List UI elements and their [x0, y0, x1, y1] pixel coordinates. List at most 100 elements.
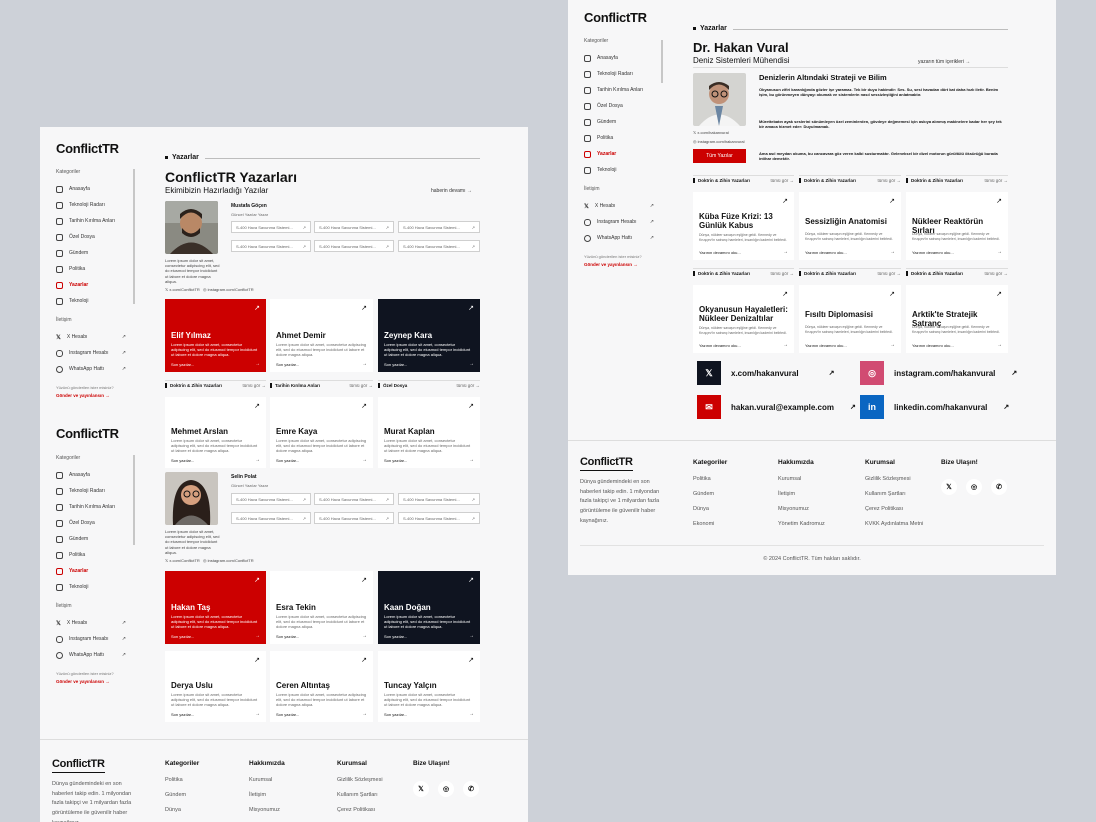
- footer-link[interactable]: Kullanım Şartları: [337, 792, 383, 798]
- brand-logo[interactable]: ConflictTR: [56, 426, 119, 441]
- author-tile[interactable]: ↗ Hakan Taş Lorem ipsum dolor sit amet, co…: [165, 571, 266, 644]
- footer-link[interactable]: Kurumsal: [778, 476, 825, 482]
- sidebar-x-link[interactable]: 𝕏X Hesabı ↗: [584, 198, 654, 214]
- contact-email[interactable]: ✉ hakan.vural@example.com ↗: [697, 395, 856, 419]
- contact-instagram[interactable]: ◎ instagram.com/hakanvural ↗: [860, 361, 1017, 385]
- author-tile[interactable]: ↗ Emre Kaya Lorem ipsum dolor sit amet, co…: [270, 397, 373, 468]
- author-tile[interactable]: ↗ Murat Kaplan Lorem ipsum dolor sit amet,…: [378, 397, 480, 468]
- article-card[interactable]: ↗ Küba Füze Krizi: 13 Günlük Kabus Dünya, …: [693, 192, 794, 260]
- view-all-link[interactable]: tümü gör →: [984, 178, 1008, 183]
- sidebar-item-special[interactable]: Özel Dosya: [584, 98, 654, 114]
- article-chip[interactable]: S-400 Hava Savunma Sistemi... ↗: [398, 240, 480, 252]
- author-tile[interactable]: ↗ Esra Tekin Lorem ipsum dolor sit amet, c…: [270, 571, 373, 644]
- instagram-icon[interactable]: ◎: [966, 479, 982, 495]
- footer-link[interactable]: Gündem: [693, 491, 727, 497]
- article-card[interactable]: ↗ Sessizliğin Anatomisi Dünya, nükleer sav…: [799, 192, 901, 260]
- sidebar-item-home[interactable]: Anasayfa: [56, 467, 126, 483]
- view-all-link[interactable]: tümü gör →: [770, 178, 794, 183]
- sidebar-scrollbar[interactable]: [661, 40, 663, 83]
- article-card[interactable]: ↗ Nükleer Reaktörün Sırları Dünya, nükleer…: [906, 192, 1008, 260]
- whatsapp-icon[interactable]: ✆: [991, 479, 1007, 495]
- article-card[interactable]: ↗ Arktik'te Stratejik Satranç Dünya, nükle…: [906, 285, 1008, 353]
- author-x[interactable]: 𝕏 x.com/ConflictTR: [165, 558, 200, 563]
- sidebar-item-authors[interactable]: Yazarlar: [56, 277, 126, 293]
- sidebar-send-link[interactable]: Gönder ve yayınlansın →: [56, 679, 126, 684]
- sidebar-scrollbar[interactable]: [133, 455, 135, 545]
- footer-link[interactable]: Misyonumuz: [249, 807, 285, 813]
- sidebar-item-history[interactable]: Tarihin Kırılma Anları: [56, 499, 126, 515]
- brand-logo[interactable]: ConflictTR: [584, 10, 647, 25]
- sidebar-item-tech-radar[interactable]: Teknoloji Radarı: [56, 197, 126, 213]
- author-name[interactable]: Mustafa Göçen: [231, 203, 267, 209]
- article-chip[interactable]: S-400 Hava Savunma Sistemi... ↗: [398, 493, 480, 505]
- footer-link[interactable]: Politika: [165, 777, 199, 783]
- author-tile[interactable]: ↗ Ceren Altıntaş Lorem ipsum dolor sit ame…: [270, 651, 373, 722]
- sidebar-item-agenda[interactable]: Gündem: [56, 245, 126, 261]
- x-icon[interactable]: 𝕏: [941, 479, 957, 495]
- sidebar-item-tech-radar[interactable]: Teknoloji Radarı: [56, 483, 126, 499]
- sidebar-instagram-link[interactable]: Instagram Hesabı ↗: [56, 345, 126, 361]
- contact-linkedin[interactable]: in linkedin.com/hakanvural ↗: [860, 395, 1009, 419]
- view-all-link[interactable]: tümü gör →: [242, 383, 266, 388]
- view-all-link[interactable]: tümü gör →: [349, 383, 373, 388]
- article-chip[interactable]: S-400 Hava Savunma Sistemi... ↗: [231, 512, 311, 524]
- article-chip[interactable]: S-400 Hava Savunma Sistemi... ↗: [314, 512, 394, 524]
- sidebar-item-tech-radar[interactable]: Teknoloji Radarı: [584, 66, 654, 82]
- footer-link[interactable]: Yönetim Kadromuz: [778, 521, 825, 527]
- footer-link[interactable]: Politika: [693, 476, 727, 482]
- sidebar-item-politics[interactable]: Politika: [56, 547, 126, 563]
- article-chip[interactable]: S-400 Hava Savunma Sistemi... ↗: [398, 512, 480, 524]
- author-instagram[interactable]: ◎ instagram.com/ConflictTR: [203, 287, 254, 292]
- author-tile[interactable]: ↗ Ahmet Demir Lorem ipsum dolor sit amet, …: [270, 299, 373, 372]
- footer-link[interactable]: Kullanım Şartları: [865, 491, 923, 497]
- sidebar-item-special[interactable]: Özel Dosya: [56, 229, 126, 245]
- sidebar-item-history[interactable]: Tarihin Kırılma Anları: [56, 213, 126, 229]
- sidebar-item-home[interactable]: Anasayfa: [56, 181, 126, 197]
- author-tile[interactable]: ↗ Zeynep Kara Lorem ipsum dolor sit amet, …: [378, 299, 480, 372]
- all-posts-button[interactable]: Tüm Yazılar: [693, 149, 746, 163]
- all-content-link[interactable]: yazarın tüm içerikleri →: [918, 59, 970, 65]
- article-card[interactable]: ↗ Fısıltı Diplomasisi Dünya, nükleer savaş…: [799, 285, 901, 353]
- footer-link[interactable]: Gizlilik Sözleşmesi: [865, 476, 923, 482]
- article-card[interactable]: ↗ Okyanusun Hayaletleri: Nükleer Denizalt…: [693, 285, 794, 353]
- contact-x[interactable]: 𝕏x.com/hakanvural ↗: [697, 361, 834, 385]
- x-icon[interactable]: 𝕏: [413, 781, 429, 797]
- footer-logo[interactable]: ConflictTR: [52, 758, 105, 773]
- article-chip[interactable]: S-400 Hava Savunma Sistemi... ↗: [314, 221, 394, 233]
- article-chip[interactable]: S-400 Hava Savunma Sistemi... ↗: [314, 240, 394, 252]
- sidebar-whatsapp-link[interactable]: WhatsApp Hattı ↗: [584, 230, 654, 246]
- footer-link[interactable]: Misyonumuz: [778, 506, 825, 512]
- view-all-link[interactable]: tümü gör →: [877, 271, 901, 276]
- sidebar-item-agenda[interactable]: Gündem: [56, 531, 126, 547]
- sidebar-item-authors[interactable]: Yazarlar: [584, 146, 654, 162]
- sidebar-send-link[interactable]: Gönder ve yayınlansın →: [56, 393, 126, 398]
- sidebar-item-politics[interactable]: Politika: [584, 130, 654, 146]
- footer-link[interactable]: Dünya: [693, 506, 727, 512]
- author-tile[interactable]: ↗ Elif Yılmaz Lorem ipsum dolor sit amet, …: [165, 299, 266, 372]
- footer-link[interactable]: Gündem: [165, 792, 199, 798]
- sidebar-item-agenda[interactable]: Gündem: [584, 114, 654, 130]
- article-chip[interactable]: S-400 Hava Savunma Sistemi... ↗: [231, 240, 311, 252]
- author-instagram[interactable]: ◎ instagram.com/hakanvural: [693, 139, 745, 144]
- author-x[interactable]: 𝕏 x.com/hakanvural: [693, 130, 729, 135]
- view-all-link[interactable]: tümü gör →: [877, 178, 901, 183]
- sidebar-whatsapp-link[interactable]: WhatsApp Hattı ↗: [56, 647, 126, 663]
- sidebar-scrollbar[interactable]: [133, 169, 135, 304]
- footer-link[interactable]: Dünya: [165, 807, 199, 813]
- author-tile[interactable]: ↗ Mehmet Arslan Lorem ipsum dolor sit amet…: [165, 397, 266, 468]
- footer-link[interactable]: Ekonomi: [693, 521, 727, 527]
- sidebar-x-link[interactable]: 𝕏X Hesabı ↗: [56, 329, 126, 345]
- sidebar-item-special[interactable]: Özel Dosya: [56, 515, 126, 531]
- footer-link[interactable]: Çerez Politikası: [337, 807, 383, 813]
- article-chip[interactable]: S-400 Hava Savunma Sistemi... ↗: [398, 221, 480, 233]
- sidebar-whatsapp-link[interactable]: WhatsApp Hattı ↗: [56, 361, 126, 377]
- article-chip[interactable]: S-400 Hava Savunma Sistemi... ↗: [231, 221, 311, 233]
- sidebar-x-link[interactable]: 𝕏X Hesabı ↗: [56, 615, 126, 631]
- author-tile[interactable]: ↗ Derya Uslu Lorem ipsum dolor sit amet, c…: [165, 651, 266, 722]
- footer-link[interactable]: İletişim: [249, 792, 285, 798]
- article-chip[interactable]: S-400 Hava Savunma Sistemi... ↗: [231, 493, 311, 505]
- author-name[interactable]: Selin Polat: [231, 474, 257, 480]
- footer-link[interactable]: Çerez Politikası: [865, 506, 923, 512]
- sidebar-item-home[interactable]: Anasayfa: [584, 50, 654, 66]
- sidebar-item-history[interactable]: Tarihin Kırılma Anları: [584, 82, 654, 98]
